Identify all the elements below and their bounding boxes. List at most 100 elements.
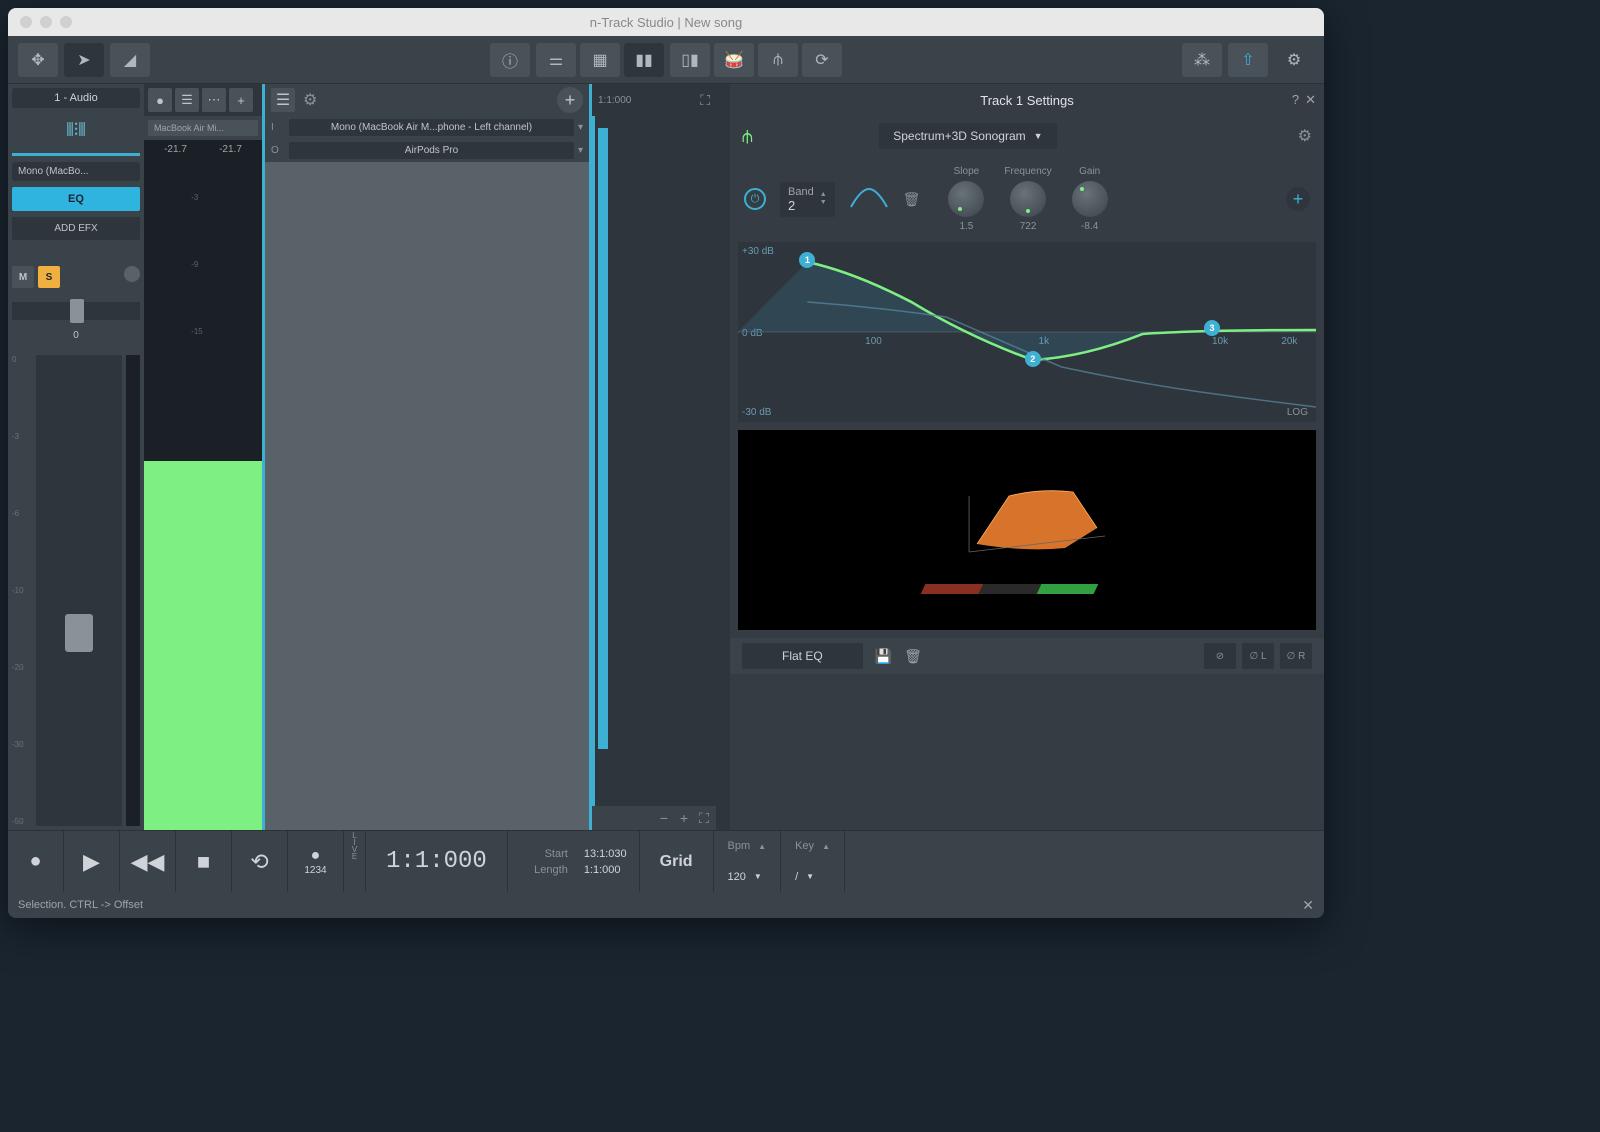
stop-button[interactable]: ■ (176, 831, 232, 892)
track-input-selector[interactable]: Mono (MacBo... (12, 162, 140, 181)
rewind-button[interactable]: ◀◀ (120, 831, 176, 892)
bpm-value[interactable]: 120 (728, 871, 746, 883)
sonogram-3d[interactable] (738, 430, 1316, 630)
db-right: -21.7 (219, 144, 242, 155)
expand-icon[interactable]: ⛶ (700, 92, 710, 109)
track-view-button[interactable]: ▮▮ (624, 43, 664, 77)
pointer-tool[interactable]: ➤ (64, 43, 104, 77)
record-arm-button[interactable] (124, 266, 140, 282)
settings-button[interactable]: ⚙ (1274, 43, 1314, 77)
fader-handle[interactable] (65, 614, 93, 652)
refresh-button[interactable]: ⟳ (802, 43, 842, 77)
solo-button[interactable]: S (38, 266, 60, 288)
chevron-down-icon[interactable]: ▾ (578, 122, 583, 133)
input-selector[interactable]: Mono (MacBook Air M...phone - Left chann… (289, 119, 574, 136)
eq-power-button[interactable]: ⏻ (744, 188, 766, 210)
phase-right-button[interactable]: ∅ R (1280, 643, 1312, 669)
count-in-button[interactable]: ●1234 (288, 831, 344, 892)
frequency-knob[interactable] (1010, 181, 1046, 217)
gain-knob[interactable] (1072, 181, 1108, 217)
pan-slider[interactable] (12, 302, 140, 320)
length-label: Length (520, 864, 568, 876)
save-icon[interactable]: 💾 (875, 648, 892, 665)
bypass-button[interactable]: ⊘ (1204, 643, 1236, 669)
add-track-button[interactable]: + (557, 87, 583, 113)
timeline-body[interactable] (592, 116, 716, 806)
tuner-button[interactable]: ⫛ (758, 43, 798, 77)
key-up[interactable]: ▲ (822, 842, 830, 851)
effects-button[interactable]: ⁂ (1182, 43, 1222, 77)
settings-title: Track 1 Settings (980, 93, 1073, 108)
gear-icon[interactable]: ⚙ (1298, 126, 1312, 146)
bpm-down[interactable]: ▼ (754, 872, 762, 881)
flat-eq-button[interactable]: Flat EQ (742, 643, 863, 669)
record-button[interactable]: ● (8, 831, 64, 892)
output-selector[interactable]: AirPods Pro (289, 142, 574, 159)
slope-label: Slope (954, 166, 980, 177)
zoom-in-button[interactable]: + (676, 810, 692, 826)
pointer-icon: ➤ (77, 50, 90, 70)
view-mode-selector[interactable]: Spectrum+3D Sonogram ▼ (879, 123, 1056, 149)
trash-icon[interactable]: 🗑 (904, 648, 922, 665)
help-icon[interactable]: ? (1292, 92, 1299, 108)
record-toggle[interactable]: ● (148, 88, 172, 112)
refresh-icon: ⟳ (815, 50, 828, 70)
eq-point-3[interactable]: 3 (1204, 320, 1220, 336)
add-band-button[interactable]: + (1286, 187, 1310, 211)
mute-button[interactable]: M (12, 266, 34, 288)
waveform-icon: ⫴⫶⫴ (12, 114, 140, 147)
grid-icon: ▦ (592, 50, 607, 70)
fullscreen-button[interactable]: ⛶ (696, 810, 712, 826)
scrollbar-vertical[interactable] (716, 84, 730, 830)
band-selector[interactable]: Band 2 ▲ ▼ (780, 182, 835, 217)
length-value[interactable]: 1:1:000 (584, 864, 621, 876)
start-value[interactable]: 13:1:030 (584, 848, 627, 860)
phase-left-button[interactable]: ∅ L (1242, 643, 1274, 669)
close-icon[interactable]: ✕ (1305, 92, 1316, 108)
add-efx-button[interactable]: ADD EFX (12, 217, 140, 240)
key-down[interactable]: ▼ (806, 872, 814, 881)
grid-view-button[interactable]: ▦ (580, 43, 620, 77)
share-button[interactable]: ⇧ (1228, 43, 1268, 77)
status-close-button[interactable]: ✕ (1302, 897, 1314, 914)
mixer-button[interactable]: ⚌ (536, 43, 576, 77)
band-up[interactable]: ▲ (820, 191, 827, 199)
eq-graph[interactable]: +30 dB 0 dB -30 dB 100 1k 10k 20k 1 2 3 … (738, 242, 1316, 422)
piano-roll-button[interactable]: ▯▮ (670, 43, 710, 77)
grid-button[interactable]: Grid (640, 831, 714, 892)
filter-type[interactable] (849, 187, 889, 211)
move-tool[interactable]: ✥ (18, 43, 58, 77)
drum-button[interactable]: 🥁 (714, 43, 754, 77)
track-title[interactable]: 1 - Audio (12, 88, 140, 108)
transport-bar: ● ▶ ◀◀ ■ ⟲ ●1234 LIVE 1:1:000 Start 13:1… (8, 830, 1324, 892)
window-maximize[interactable] (60, 16, 72, 28)
delete-band-button[interactable]: 🗑 (903, 191, 921, 208)
eq-button[interactable]: EQ (12, 187, 140, 211)
bpm-up[interactable]: ▲ (758, 842, 766, 851)
fade-tool[interactable]: ◢ (110, 43, 150, 77)
arrange-body[interactable] (265, 162, 589, 830)
list-button[interactable]: ☰ (175, 88, 199, 112)
eq-point-2[interactable]: 2 (1025, 351, 1041, 367)
filter-button[interactable]: ☰ (271, 88, 295, 112)
chevron-down-icon[interactable]: ▾ (578, 145, 583, 156)
slope-knob[interactable] (948, 181, 984, 217)
time-display[interactable]: 1:1:000 (366, 831, 508, 892)
window-minimize[interactable] (40, 16, 52, 28)
info-button[interactable]: ⓘ (490, 43, 530, 77)
volume-fader[interactable] (36, 355, 122, 826)
pan-handle[interactable] (70, 299, 84, 323)
log-scale-label: LOG (1287, 407, 1308, 418)
window-close[interactable] (20, 16, 32, 28)
zoom-out-button[interactable]: − (656, 810, 672, 826)
loop-button[interactable]: ⟲ (232, 831, 288, 892)
more-button[interactable]: ⋯ (202, 88, 226, 112)
band-down[interactable]: ▼ (820, 199, 827, 207)
key-value[interactable]: / (795, 871, 798, 883)
arrange-settings[interactable]: ⚙ (303, 90, 317, 110)
add-button[interactable]: + (229, 88, 253, 112)
frequency-label: Frequency (1004, 166, 1051, 177)
eq-point-1[interactable]: 1 (799, 252, 815, 268)
mixer-input-label[interactable]: MacBook Air Mi... (148, 120, 258, 136)
play-button[interactable]: ▶ (64, 831, 120, 892)
